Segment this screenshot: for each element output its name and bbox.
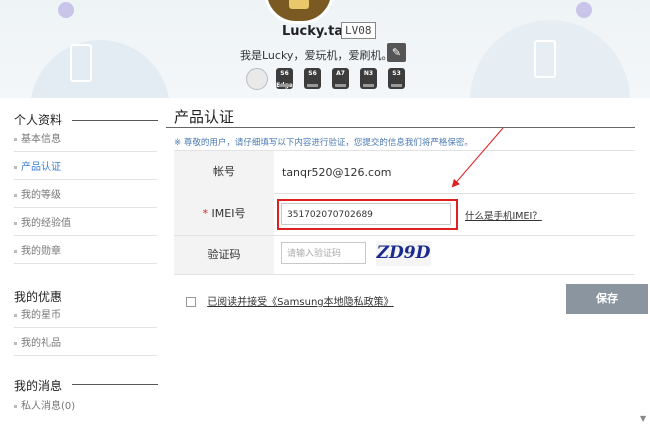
save-button[interactable]: 保存 — [566, 284, 648, 314]
agreement-checkbox[interactable] — [186, 297, 196, 307]
agreement-row[interactable]: 已阅读并接受《Samsung本地隐私政策》 — [186, 293, 394, 308]
agreement-text[interactable]: 已阅读并接受《Samsung本地隐私政策》 — [207, 297, 393, 308]
scroll-down-icon[interactable]: ▼ — [640, 414, 646, 423]
annotation-arrow-icon — [451, 127, 504, 188]
